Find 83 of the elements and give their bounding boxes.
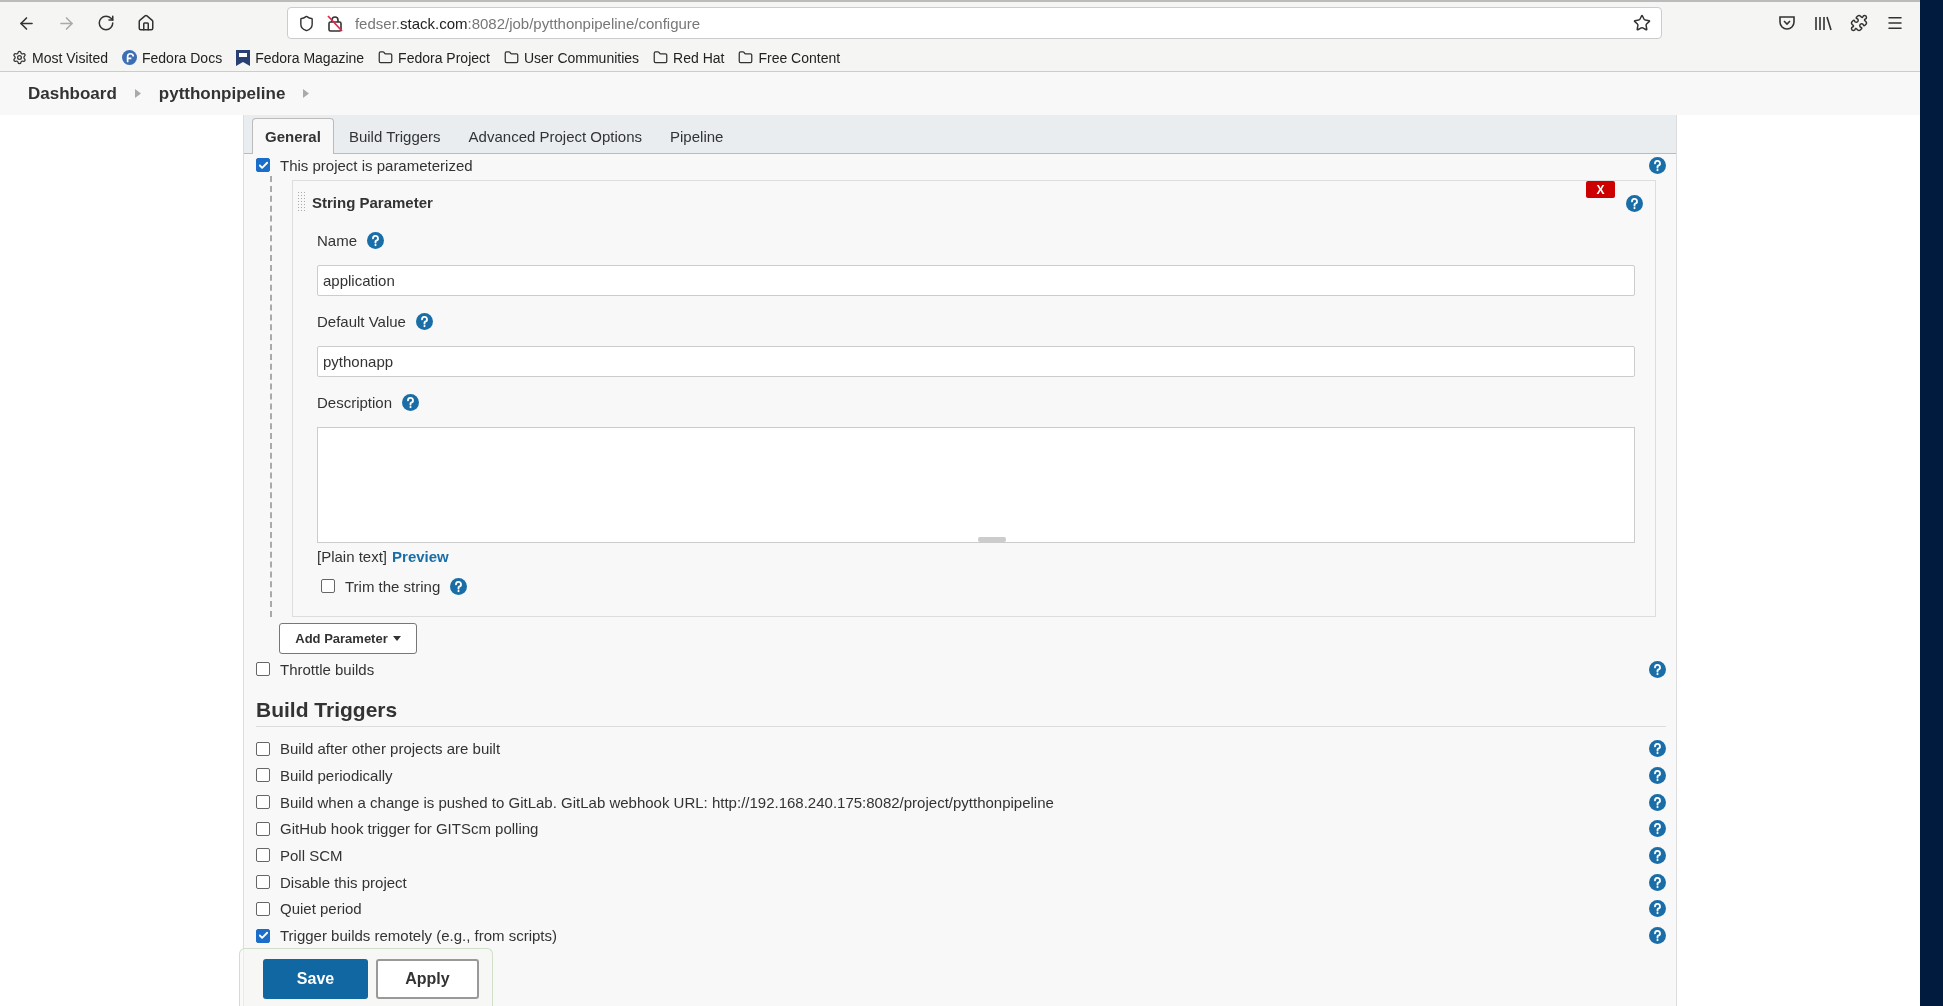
bookmark-link[interactable]: Free Content — [758, 49, 841, 66]
help-icon[interactable] — [1649, 846, 1666, 864]
checkbox-label: Quiet period — [280, 900, 362, 918]
checkbox[interactable] — [256, 768, 270, 783]
help-icon[interactable] — [1649, 660, 1666, 678]
folder-icon — [653, 50, 669, 65]
chevron-icon — [303, 89, 310, 98]
magazine-logo-icon — [236, 49, 251, 66]
section-heading: Build Triggers — [256, 698, 1666, 728]
bookmark-link[interactable]: User Communities — [523, 49, 640, 66]
bookmark-link[interactable]: Fedora Magazine — [255, 49, 365, 66]
checkbox[interactable] — [321, 579, 335, 594]
help-icon[interactable] — [1649, 820, 1666, 838]
bookmark-link[interactable]: Red Hat — [673, 49, 725, 66]
checkbox[interactable] — [256, 741, 270, 756]
help-icon[interactable] — [450, 577, 468, 595]
insecure-lock-icon[interactable] — [326, 14, 343, 32]
help-icon[interactable] — [415, 312, 433, 330]
menu-icon[interactable] — [1886, 14, 1905, 32]
checkbox-label: Disable this project — [280, 873, 407, 891]
checkbox[interactable] — [256, 158, 270, 172]
bookmark-link[interactable]: Most Visited — [32, 49, 108, 66]
checkbox-label: GitHub hook trigger for GITScm polling — [280, 820, 539, 838]
tab[interactable]: Pipeline — [657, 118, 737, 154]
folder-icon — [378, 50, 394, 65]
help-icon[interactable] — [1649, 873, 1666, 891]
checkbox-label: Poll SCM — [280, 846, 343, 864]
star-icon[interactable] — [1633, 14, 1652, 32]
help-icon[interactable] — [1649, 793, 1666, 811]
field-label: Description — [317, 393, 393, 411]
help-icon[interactable] — [1626, 195, 1643, 212]
format-note: [Plain text] — [317, 547, 388, 565]
chevron-icon — [134, 89, 141, 98]
folder-icon — [503, 50, 519, 65]
help-icon[interactable] — [1649, 900, 1666, 918]
pocket-icon[interactable] — [1778, 14, 1797, 32]
help-icon[interactable] — [1649, 927, 1666, 945]
help-icon[interactable] — [1649, 156, 1666, 174]
checkbox[interactable] — [256, 928, 270, 943]
gear-icon — [12, 50, 27, 65]
preview-link[interactable]: Preview — [392, 547, 449, 565]
tab[interactable]: General — [252, 118, 334, 154]
shield-icon[interactable] — [297, 14, 315, 32]
checkbox[interactable] — [256, 901, 270, 916]
puzzle-icon[interactable] — [1850, 14, 1869, 32]
checkbox-label: This project is parameterized — [280, 156, 473, 174]
bookmark-link[interactable]: Fedora Docs — [142, 49, 223, 66]
breadcrumb-link[interactable]: Dashboard — [28, 83, 117, 104]
address-bar[interactable]: fedser.stack.com:8082/job/pytthonpipeline/configure — [286, 7, 1663, 39]
checkbox-label: Build when a change is pushed to GitLab. GitLab webhook URL: http://192.168.240.175:8082/project/pytthonpipeline — [280, 793, 1054, 811]
breadcrumb-link[interactable]: pytthonpipeline — [158, 83, 286, 104]
field-label: Default Value — [317, 312, 406, 330]
checkbox-label: Trigger builds remotely (e.g., from scripts) — [280, 927, 558, 945]
help-icon[interactable] — [367, 231, 384, 249]
checkbox[interactable] — [256, 848, 270, 863]
tab[interactable]: Build Triggers — [335, 118, 454, 154]
library-icon[interactable] — [1814, 14, 1833, 32]
text-field[interactable]: application — [317, 265, 1635, 296]
checkbox-label: Build periodically — [280, 766, 393, 784]
parameter-title: String Parameter — [312, 193, 433, 211]
help-icon[interactable] — [402, 393, 420, 411]
field-label: Name — [317, 231, 357, 249]
save-button[interactable]: Save — [263, 959, 368, 999]
help-icon[interactable] — [1649, 740, 1666, 758]
checkbox-label: Build after other projects are built — [280, 740, 501, 758]
add-parameter-button[interactable]: Add Parameter — [279, 622, 417, 654]
folder-icon — [738, 50, 754, 65]
checkbox[interactable] — [256, 795, 270, 810]
delete-button[interactable]: X — [1586, 181, 1615, 198]
checkbox-label: Trim the string — [345, 577, 441, 595]
checkbox[interactable] — [256, 662, 270, 677]
tab[interactable]: Advanced Project Options — [455, 118, 656, 154]
apply-button[interactable]: Apply — [376, 959, 479, 999]
checkbox[interactable] — [256, 821, 270, 836]
checkbox[interactable] — [256, 875, 270, 890]
caret-icon — [392, 635, 401, 641]
bookmark-link[interactable]: Fedora Project — [398, 49, 490, 66]
text-field[interactable]: pythonapp — [317, 346, 1635, 377]
help-icon[interactable] — [1649, 766, 1666, 784]
url-text: fedser.stack.com:8082/job/pytthonpipeline/configure — [354, 14, 701, 32]
fedora-logo-icon — [122, 50, 137, 65]
checkbox-label: Throttle builds — [280, 660, 375, 678]
description-field[interactable] — [317, 427, 1635, 543]
